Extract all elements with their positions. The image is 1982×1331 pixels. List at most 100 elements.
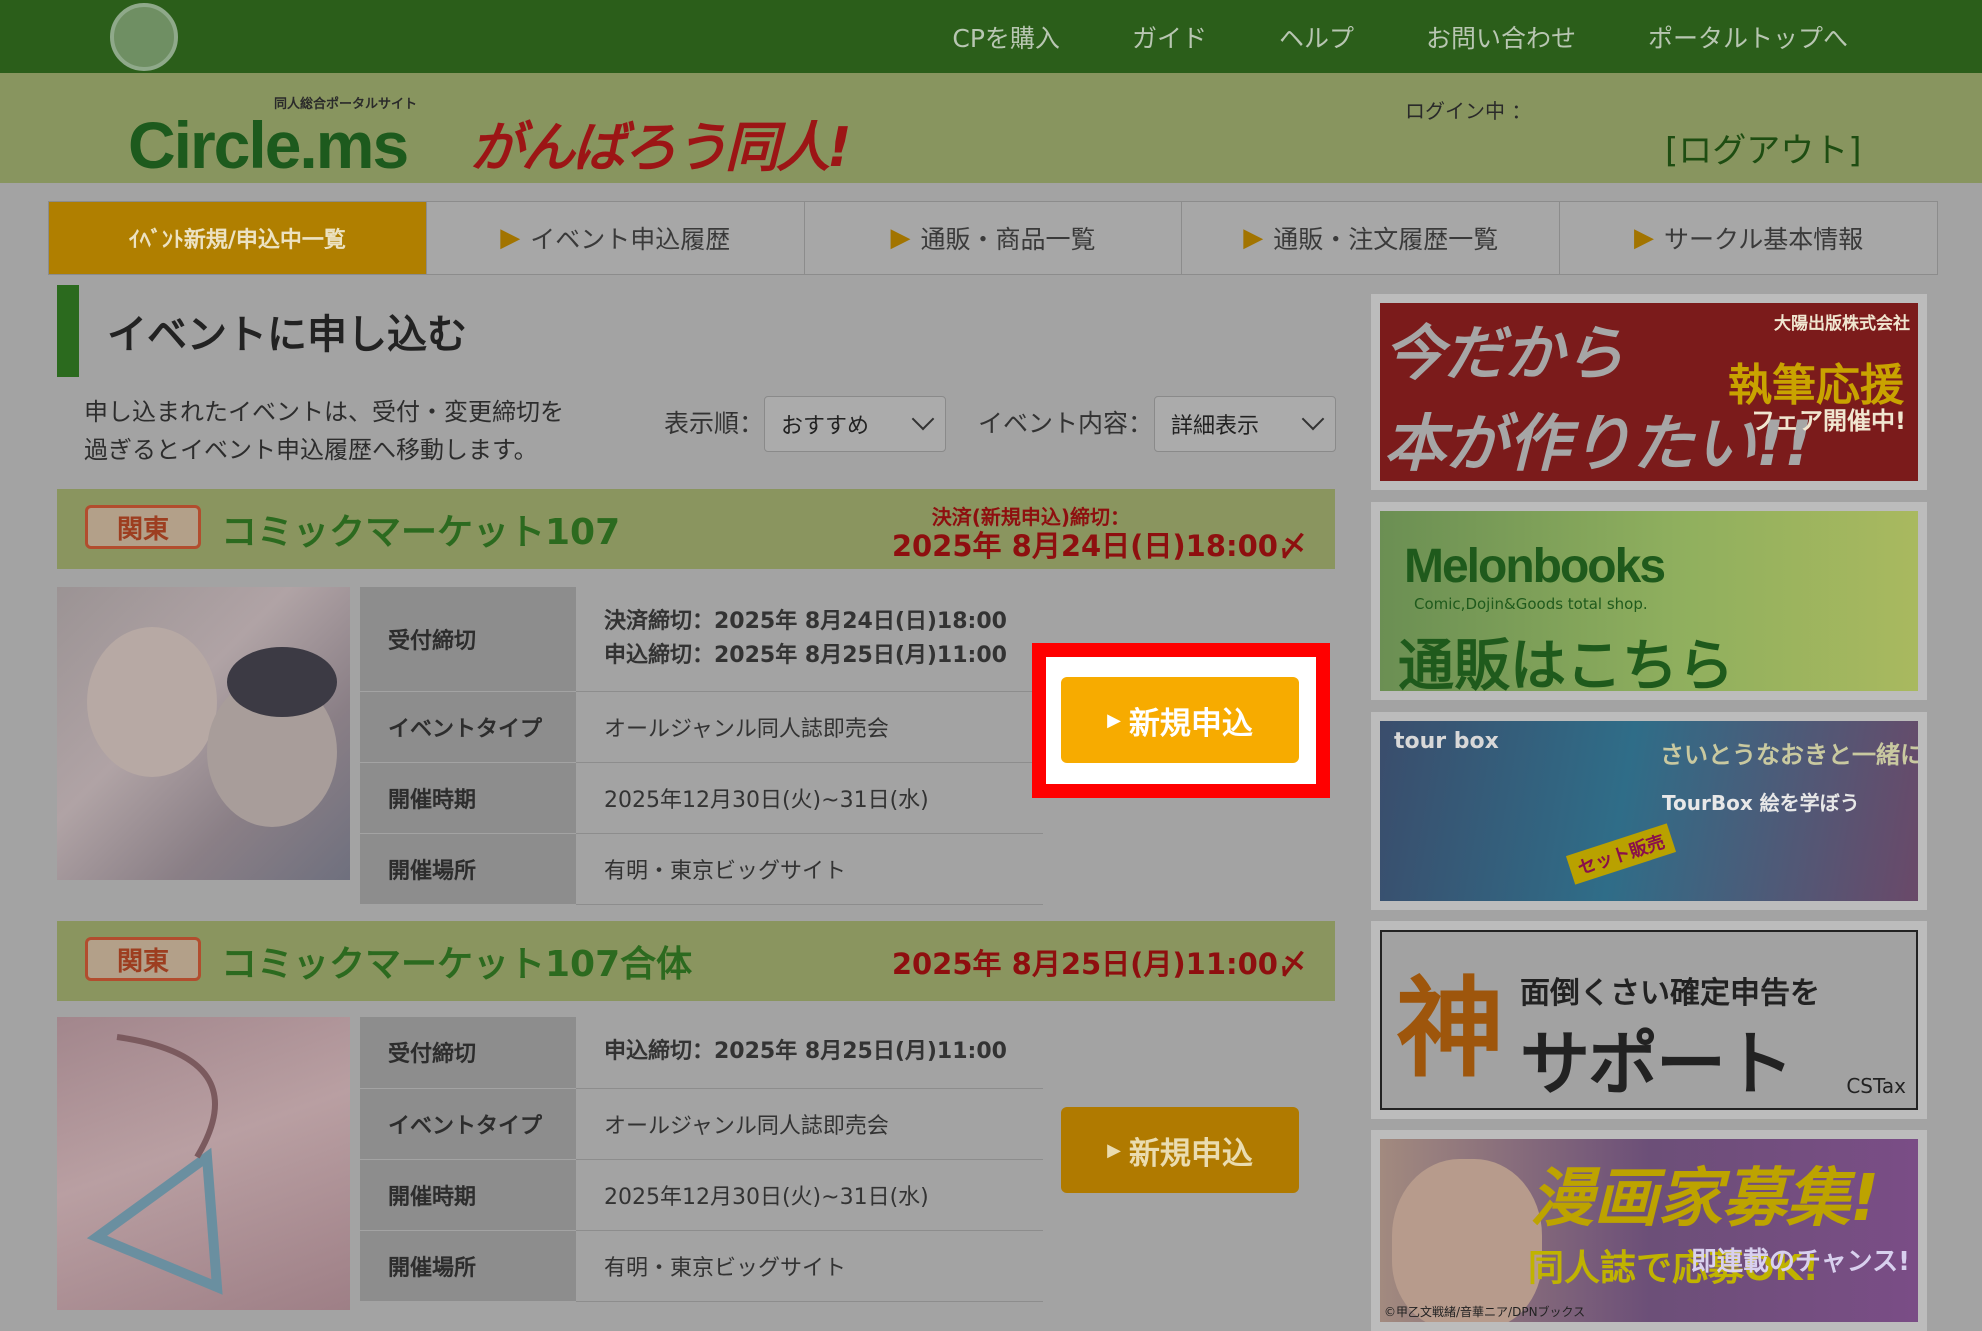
table-row: 開催場所 有明・東京ビッグサイト xyxy=(360,1230,1043,1302)
ad-text: 即連載のチャンス! xyxy=(1690,1247,1910,1277)
nav-portal-top[interactable]: ポータルトップへ xyxy=(1612,19,1884,55)
row-key: 開催時期 xyxy=(360,762,576,834)
triangle-icon: ▶ xyxy=(890,223,911,253)
ad-banner-tourbox[interactable]: tour box さいとうなおきと一緒に TourBox 絵を学ぼう セット販売 xyxy=(1371,712,1927,910)
ad-inner: tour box さいとうなおきと一緒に TourBox 絵を学ぼう セット販売 xyxy=(1380,721,1918,901)
row-value: オールジャンル同人誌即売会 xyxy=(576,691,1043,763)
table-row: 開催時期 2025年12月30日(火)~31日(水) xyxy=(360,762,1043,834)
ad-text: さいとうなおきと一緒に xyxy=(1660,741,1918,769)
apply-button[interactable]: ▶ 新規申込 xyxy=(1061,677,1299,763)
triangle-icon: ▶ xyxy=(1633,223,1654,253)
row-value: 申込締切：2025年 8月25日(月)11:00 xyxy=(576,1017,1043,1089)
ad-text: 漫画家募集! xyxy=(1530,1162,1880,1236)
ad-banner-melonbooks[interactable]: Melonbooks Comic,Dojin&Goods total shop.… xyxy=(1371,502,1927,700)
table-row: 受付締切 決済締切：2025年 8月24日(日)18:00 申込締切：2025年… xyxy=(360,587,1043,692)
nav-help[interactable]: ヘルプ xyxy=(1243,19,1390,55)
row-key: イベントタイプ xyxy=(360,1088,576,1160)
tab-mailorder-history[interactable]: ▶ 通販・注文履歴一覧 xyxy=(1181,202,1559,274)
apply-label: 新規申込 xyxy=(1128,705,1253,742)
notice-line: 申し込まれたイベントは、受付・変更締切を xyxy=(84,398,564,426)
value-line: 申込締切：2025年 8月25日(月)11:00 xyxy=(604,642,1007,668)
row-key: 開催場所 xyxy=(360,1230,576,1302)
ad-text: 今だから xyxy=(1384,319,1624,389)
row-value: 有明・東京ビッグサイト xyxy=(576,1230,1043,1302)
event-title[interactable]: コミックマーケット107合体 xyxy=(221,935,692,987)
pendant-illustration xyxy=(86,1034,223,1295)
event-header: 関東 コミックマーケット107 決済(新規申込)締切： 2025年 8月24日(… xyxy=(57,489,1335,569)
event-title[interactable]: コミックマーケット107 xyxy=(221,503,620,555)
row-value: オールジャンル同人誌即売会 xyxy=(576,1088,1043,1160)
ad-text: 通販はこちら xyxy=(1398,634,1734,691)
logo-text: Circle.ms xyxy=(128,108,409,182)
deadline-date: 2025年 8月25日(月)11:00〆 xyxy=(891,947,1307,981)
ad-text: tour box xyxy=(1394,729,1499,754)
sort-value: おすすめ xyxy=(781,414,870,439)
tab-label: ｲﾍﾞﾝﾄ新規/申込中一覧 xyxy=(128,228,346,253)
page-title: イベントに申し込む xyxy=(107,312,467,358)
row-key: 開催場所 xyxy=(360,833,576,905)
ad-inner: 神 面倒くさい確定申告を サポート CSTax xyxy=(1380,930,1918,1110)
ad-inner: Melonbooks Comic,Dojin&Goods total shop.… xyxy=(1380,511,1918,691)
ad-text: フェア開催中! xyxy=(1751,407,1906,435)
main-tabs: ｲﾍﾞﾝﾄ新規/申込中一覧 ▶ イベント申込履歴 ▶ 通販・商品一覧 ▶ 通販・注文履… xyxy=(48,201,1938,275)
top-bar: CPを購入 ガイド ヘルプ お問い合わせ ポータルトップへ xyxy=(0,0,1982,73)
ad-text: サポート xyxy=(1520,1023,1794,1105)
row-value: 2025年12月30日(火)~31日(水) xyxy=(576,1159,1043,1231)
top-nav: CPを購入 ガイド ヘルプ お問い合わせ ポータルトップへ xyxy=(916,0,1884,73)
sort-label: 表示順： xyxy=(664,409,765,438)
event-header: 関東 コミックマーケット107合体 2025年 8月25日(月)11:00〆 xyxy=(57,921,1335,1001)
chevron-down-icon xyxy=(911,407,935,431)
portal-logo-icon[interactable] xyxy=(110,3,178,71)
deadline-date: 2025年 8月24日(日)18:00〆 xyxy=(891,529,1307,563)
content-select[interactable]: 詳細表示 xyxy=(1154,396,1336,452)
site-header: 同人総合ポータルサイト Circle.ms がんばろう同人! ログイン中 ： [… xyxy=(0,73,1982,183)
login-status: ログイン中 ： xyxy=(1405,99,1532,123)
ad-text: Melonbooks xyxy=(1404,540,1666,593)
ad-illustration xyxy=(1392,1159,1542,1322)
chevron-down-icon xyxy=(1301,407,1325,431)
region-badge: 関東 xyxy=(85,937,201,981)
play-arrow-icon: ▶ xyxy=(1107,709,1121,731)
tab-event-history[interactable]: ▶ イベント申込履歴 xyxy=(425,202,804,274)
table-row: イベントタイプ オールジャンル同人誌即売会 xyxy=(360,1088,1043,1160)
tab-label: 通販・注文履歴一覧 xyxy=(1273,225,1499,254)
row-key: 受付締切 xyxy=(360,1017,576,1089)
notice-text: 申し込まれたイベントは、受付・変更締切を 過ぎるとイベント申込履歴へ移動します。 xyxy=(84,393,564,469)
nav-buy-cp[interactable]: CPを購入 xyxy=(916,19,1096,55)
ad-inner: 今だから 本が作りたい!! 大陽出版株式会社 執筆応援 フェア開催中! xyxy=(1380,303,1918,481)
row-value: 決済締切：2025年 8月24日(日)18:00 申込締切：2025年 8月25… xyxy=(576,587,1043,692)
ad-text: 面倒くさい確定申告を xyxy=(1520,976,1820,1011)
tab-mailorder-products[interactable]: ▶ 通販・商品一覧 xyxy=(803,202,1182,274)
triangle-icon: ▶ xyxy=(1243,223,1264,253)
apply-label: 新規申込 xyxy=(1128,1135,1253,1172)
event-info-table: 受付締切 決済締切：2025年 8月24日(日)18:00 申込締切：2025年… xyxy=(360,587,1043,905)
table-row: 開催場所 有明・東京ビッグサイト xyxy=(360,833,1043,905)
apply-button[interactable]: ▶ 新規申込 xyxy=(1061,1107,1299,1193)
row-value: 有明・東京ビッグサイト xyxy=(576,833,1043,905)
event-image xyxy=(57,1017,350,1310)
ad-text: TourBox 絵を学ぼう xyxy=(1662,791,1860,815)
ad-banner-manga-recruit[interactable]: 漫画家募集! 同人誌で応募OK! 即連載のチャンス! ©甲乙文戦緒/音華ニア/D… xyxy=(1371,1130,1927,1331)
row-value: 2025年12月30日(火)~31日(水) xyxy=(576,762,1043,834)
ad-text: Comic,Dojin&Goods total shop. xyxy=(1414,595,1648,613)
region-badge: 関東 xyxy=(85,505,201,549)
ad-text: 大陽出版株式会社 xyxy=(1774,314,1910,334)
ad-banner-cstax[interactable]: 神 面倒くさい確定申告を サポート CSTax xyxy=(1371,921,1927,1119)
campaign-logo: がんばろう同人! xyxy=(470,116,852,179)
nav-contact[interactable]: お問い合わせ xyxy=(1390,19,1612,55)
title-accent-bar xyxy=(57,285,79,377)
tab-event-new-list[interactable]: ｲﾍﾞﾝﾄ新規/申込中一覧 xyxy=(49,202,426,274)
ad-banner-taiyo[interactable]: 今だから 本が作りたい!! 大陽出版株式会社 執筆応援 フェア開催中! xyxy=(1371,294,1927,490)
tab-circle-info[interactable]: ▶ サークル基本情報 xyxy=(1559,202,1937,274)
nav-guide[interactable]: ガイド xyxy=(1096,19,1243,55)
value-line: 決済締切：2025年 8月24日(日)18:00 xyxy=(604,608,1007,634)
event-info-table: 受付締切 申込締切：2025年 8月25日(月)11:00 イベントタイプ オー… xyxy=(360,1017,1043,1302)
ad-text: 神 xyxy=(1396,967,1505,1092)
notice-line: 過ぎるとイベント申込履歴へ移動します。 xyxy=(84,436,538,464)
play-arrow-icon: ▶ xyxy=(1107,1139,1121,1161)
table-row: 開催時期 2025年12月30日(火)~31日(水) xyxy=(360,1159,1043,1231)
tab-label: イベント申込履歴 xyxy=(530,225,731,254)
sort-select[interactable]: おすすめ xyxy=(764,396,946,452)
logout-link[interactable]: [ログアウト] xyxy=(1665,123,1862,172)
ad-text: ©甲乙文戦緒/音華ニア/DPNブックス xyxy=(1384,1305,1586,1319)
